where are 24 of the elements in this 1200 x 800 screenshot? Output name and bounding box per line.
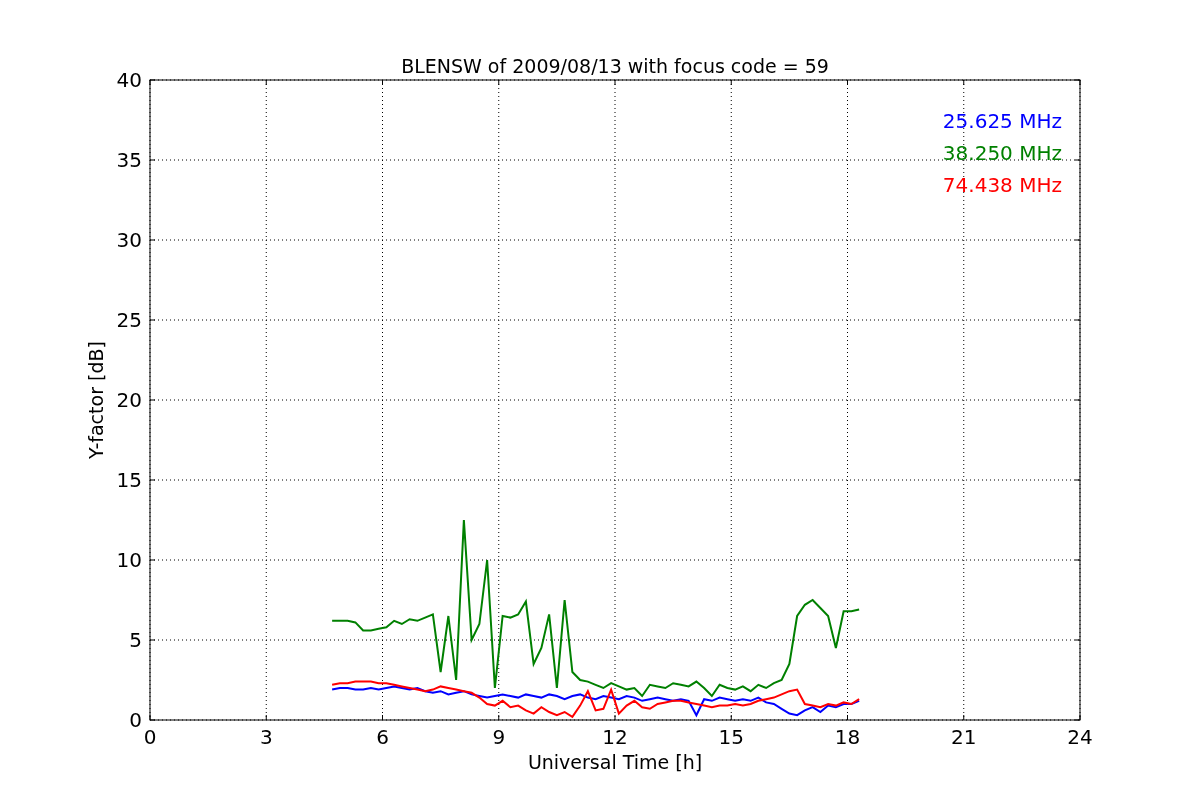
tick-label: 15 <box>718 725 744 749</box>
tick-label: 21 <box>951 725 977 749</box>
tick-label: 18 <box>834 725 861 749</box>
axis-label: Universal Time [h] <box>527 751 703 773</box>
tick-label: 5 <box>129 628 142 652</box>
legend-label: 38.250 MHz <box>942 141 1062 165</box>
tick-label: 30 <box>116 228 142 252</box>
axis-label: Y-factor [dB] <box>85 341 107 459</box>
tick-label: 20 <box>116 388 142 412</box>
tick-label: 15 <box>116 468 142 492</box>
tick-label: 35 <box>116 148 142 172</box>
legend-label: 25.625 MHz <box>942 109 1062 133</box>
tick-label: 25 <box>116 308 142 332</box>
tick-label: 24 <box>1067 725 1093 749</box>
tick-label: 0 <box>129 708 142 732</box>
tick-label: 6 <box>376 725 389 749</box>
tick-label: 10 <box>116 548 142 572</box>
tick-label: 9 <box>492 725 506 749</box>
tick-label: 0 <box>143 725 157 749</box>
tick-label: 40 <box>116 68 142 92</box>
plot-title: BLENSW of 2009/08/13 with focus code = 59 <box>401 55 829 77</box>
tick-label: 12 <box>602 725 628 749</box>
tick-label: 3 <box>259 725 273 749</box>
legend-label: 74.438 MHz <box>942 173 1062 197</box>
